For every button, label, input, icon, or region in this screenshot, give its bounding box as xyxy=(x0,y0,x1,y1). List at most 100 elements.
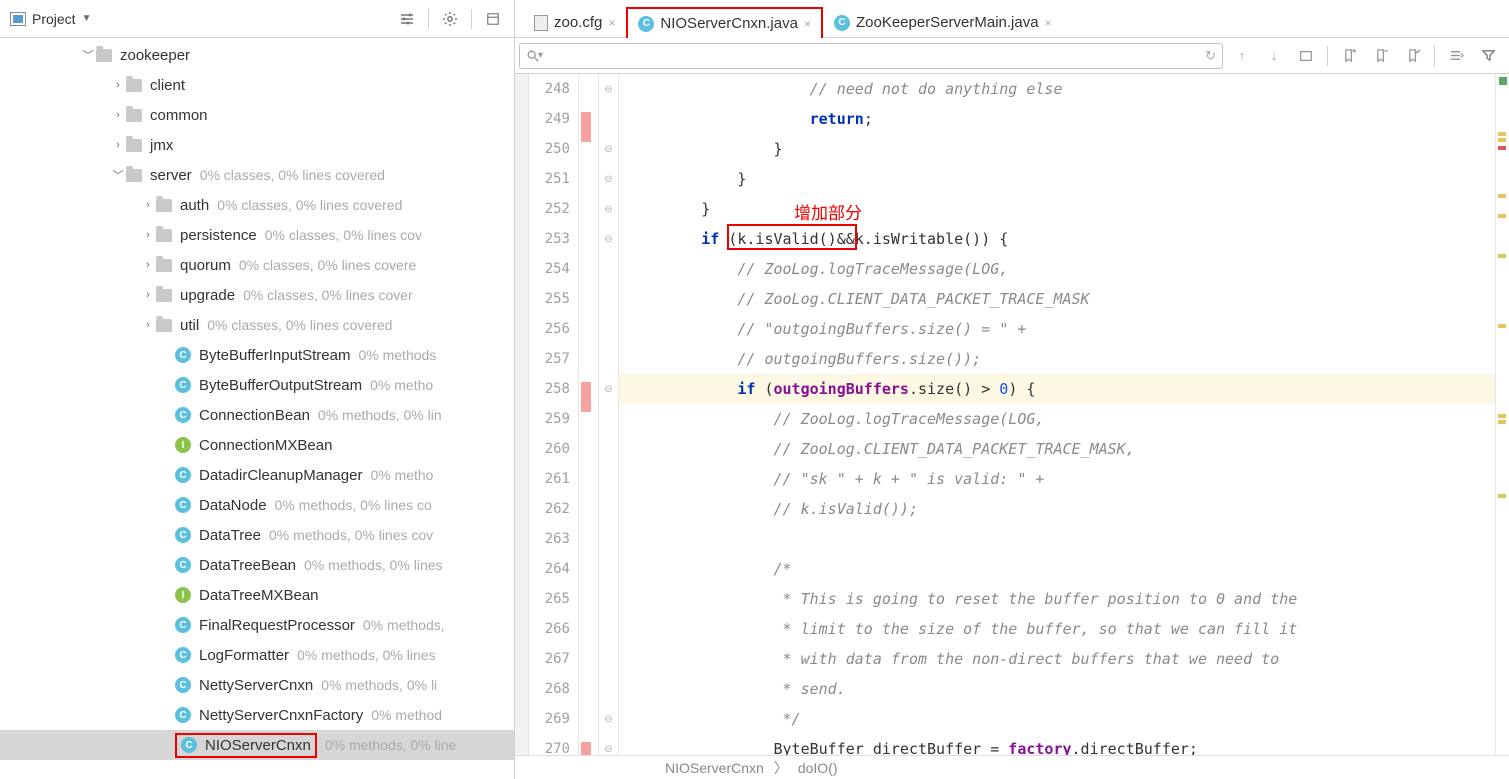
tree-node-folder[interactable]: ›upgrade0% classes, 0% lines cover xyxy=(0,280,514,310)
chevron-right-icon[interactable]: › xyxy=(140,199,156,211)
tree-node-class[interactable]: CLogFormatter0% methods, 0% lines xyxy=(0,640,514,670)
marker-yellow[interactable] xyxy=(1498,132,1506,136)
tree-node-class[interactable]: CNIOServerCnxn0% methods, 0% line xyxy=(0,730,514,760)
marker-red[interactable] xyxy=(1498,146,1506,150)
tab-nioservercnxn[interactable]: C NIOServerCnxn.java × xyxy=(626,7,823,38)
tree-node-class[interactable]: CDatadirCleanupManager0% metho xyxy=(0,460,514,490)
line-number[interactable]: 256 xyxy=(529,314,570,344)
gear-icon[interactable] xyxy=(439,8,461,30)
tab-zoo-cfg[interactable]: zoo.cfg × xyxy=(523,7,626,37)
marker-yellow[interactable] xyxy=(1498,420,1506,424)
chevron-right-icon[interactable]: › xyxy=(110,139,126,151)
tree-node-class[interactable]: CDataTree0% methods, 0% lines cov xyxy=(0,520,514,550)
collapse-icon[interactable] xyxy=(482,8,504,30)
fold-cell[interactable] xyxy=(599,584,618,614)
line-number[interactable]: 266 xyxy=(529,614,570,644)
chevron-down-icon[interactable]: ﹀ xyxy=(110,167,126,183)
line-number[interactable]: 252 xyxy=(529,194,570,224)
line-number[interactable]: 260 xyxy=(529,434,570,464)
close-icon[interactable]: × xyxy=(804,17,811,31)
line-number[interactable]: 261 xyxy=(529,464,570,494)
tree-node-class[interactable]: CDataTreeBean0% methods, 0% lines xyxy=(0,550,514,580)
line-number[interactable]: 268 xyxy=(529,674,570,704)
breadcrumb-method[interactable]: doIO() xyxy=(798,760,838,776)
tree-node-class[interactable]: CConnectionBean0% methods, 0% lin xyxy=(0,400,514,430)
line-number[interactable]: 249 xyxy=(529,104,570,134)
chevron-right-icon[interactable]: › xyxy=(140,229,156,241)
marker-yellow[interactable] xyxy=(1498,138,1506,142)
fold-cell[interactable] xyxy=(599,314,618,344)
tree-node-folder[interactable]: ›jmx xyxy=(0,130,514,160)
line-number[interactable]: 259 xyxy=(529,404,570,434)
marker-yellow[interactable] xyxy=(1498,214,1506,218)
line-number[interactable]: 250 xyxy=(529,134,570,164)
fold-cell[interactable] xyxy=(599,464,618,494)
overview-ruler[interactable] xyxy=(1495,74,1509,755)
project-dropdown[interactable]: Project ▼ xyxy=(10,11,91,27)
line-number[interactable]: 258 xyxy=(529,374,570,404)
breadcrumb-class[interactable]: NIOServerCnxn xyxy=(665,760,764,776)
tree-node-class[interactable]: IConnectionMXBean xyxy=(0,430,514,460)
tree-node-class[interactable]: CFinalRequestProcessor0% methods, xyxy=(0,610,514,640)
line-number[interactable]: 264 xyxy=(529,554,570,584)
line-number[interactable]: 257 xyxy=(529,344,570,374)
fold-cell[interactable] xyxy=(599,644,618,674)
marker-yellow[interactable] xyxy=(1498,494,1506,498)
search-input[interactable] xyxy=(547,48,1205,63)
line-number[interactable]: 251 xyxy=(529,164,570,194)
tree-node-class[interactable]: CNettyServerCnxnFactory0% method xyxy=(0,700,514,730)
line-number[interactable]: 265 xyxy=(529,584,570,614)
chevron-down-icon[interactable]: ▾ xyxy=(538,50,543,61)
chevron-right-icon[interactable]: › xyxy=(140,319,156,331)
tree-node-folder[interactable]: ›client xyxy=(0,70,514,100)
marker-yellow[interactable] xyxy=(1498,414,1506,418)
fold-cell[interactable] xyxy=(599,494,618,524)
line-number[interactable]: 253 xyxy=(529,224,570,254)
line-number[interactable]: 269 xyxy=(529,704,570,734)
fold-cell[interactable]: ⊖ xyxy=(599,224,618,254)
tree-node-class[interactable]: CByteBufferInputStream0% methods xyxy=(0,340,514,370)
tree-node-class[interactable]: IDataTreeMXBean xyxy=(0,580,514,610)
close-icon[interactable]: × xyxy=(608,16,615,30)
tree-node-class[interactable]: CNettyServerCnxn0% methods, 0% li xyxy=(0,670,514,700)
settings-sliders-icon[interactable] xyxy=(396,8,418,30)
history-icon[interactable]: ↻ xyxy=(1205,48,1216,64)
bookmark-remove-icon[interactable] xyxy=(1370,45,1392,67)
bookmark-check-icon[interactable] xyxy=(1402,45,1424,67)
fold-cell[interactable] xyxy=(599,404,618,434)
fold-cell[interactable] xyxy=(599,284,618,314)
marker-yellow[interactable] xyxy=(1498,194,1506,198)
tree-node-server[interactable]: ﹀server0% classes, 0% lines covered xyxy=(0,160,514,190)
fold-cell[interactable]: ⊖ xyxy=(599,734,618,755)
chevron-right-icon[interactable]: › xyxy=(140,289,156,301)
fold-cell[interactable]: ⊖ xyxy=(599,374,618,404)
arrow-down-icon[interactable]: ↓ xyxy=(1263,45,1285,67)
tree-node-folder[interactable]: ›auth0% classes, 0% lines covered xyxy=(0,190,514,220)
tree-node-root[interactable]: ﹀zookeeper xyxy=(0,40,514,70)
fold-cell[interactable]: ⊖ xyxy=(599,134,618,164)
fold-cell[interactable] xyxy=(599,104,618,134)
project-tree[interactable]: ﹀zookeeper ›client ›common ›jmx ﹀server0… xyxy=(0,38,514,779)
line-number[interactable]: 248 xyxy=(529,74,570,104)
list-icon[interactable] xyxy=(1445,45,1467,67)
fold-cell[interactable] xyxy=(599,674,618,704)
fold-cell[interactable] xyxy=(599,524,618,554)
tab-zkservermain[interactable]: C ZooKeeperServerMain.java × xyxy=(823,7,1063,37)
fold-cell[interactable] xyxy=(599,614,618,644)
chevron-down-icon[interactable]: ﹀ xyxy=(80,47,96,63)
marker-yellow[interactable] xyxy=(1498,254,1506,258)
code-area[interactable]: // need not do anything else return; } }… xyxy=(619,74,1495,755)
arrow-up-icon[interactable]: ↑ xyxy=(1231,45,1253,67)
tree-node-folder[interactable]: ›persistence0% classes, 0% lines cov xyxy=(0,220,514,250)
fold-cell[interactable]: ⊖ xyxy=(599,704,618,734)
line-number[interactable]: 254 xyxy=(529,254,570,284)
line-number[interactable]: 267 xyxy=(529,644,570,674)
chevron-right-icon[interactable]: › xyxy=(110,79,126,91)
line-number[interactable]: 262 xyxy=(529,494,570,524)
line-number[interactable]: 255 xyxy=(529,284,570,314)
window-icon[interactable] xyxy=(1295,45,1317,67)
fold-cell[interactable] xyxy=(599,554,618,584)
search-input-wrapper[interactable]: ▾ ↻ xyxy=(519,43,1223,69)
chevron-right-icon[interactable]: › xyxy=(110,109,126,121)
line-number[interactable]: 263 xyxy=(529,524,570,554)
